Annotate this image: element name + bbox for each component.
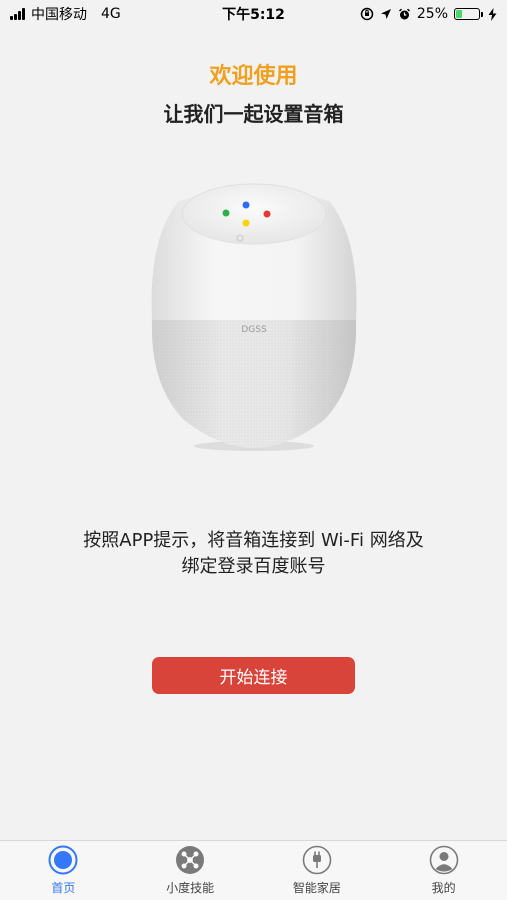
setup-subtitle: 让我们一起设置音箱	[163, 102, 344, 126]
battery-icon	[454, 8, 483, 20]
signal-icon	[10, 8, 25, 20]
location-icon	[380, 9, 391, 19]
speaker-illustration: DGSS	[151, 183, 357, 451]
plug-icon	[302, 845, 332, 875]
battery-level	[456, 10, 462, 18]
carrier-label: 中国移动	[31, 7, 87, 23]
status-bar-left: 中国移动 4G	[10, 4, 121, 24]
status-bar-right: 25%	[360, 6, 497, 22]
tab-profile[interactable]: 我的	[381, 845, 507, 896]
tab-skills-label: 小度技能	[166, 881, 215, 895]
tab-bar: 首页 小度技能 智能家居 我的	[0, 840, 507, 900]
tab-smart-home[interactable]: 智能家居	[254, 845, 380, 896]
tab-skills[interactable]: 小度技能	[127, 845, 253, 896]
led-red	[263, 210, 271, 218]
orientation-lock-icon	[360, 7, 374, 21]
network-label: 4G	[101, 6, 121, 22]
tab-home-label: 首页	[51, 881, 76, 895]
profile-icon	[429, 845, 458, 875]
status-bar: 中国移动 4G 下午5:12 25%	[0, 0, 507, 28]
status-time: 下午5:12	[222, 7, 285, 23]
led-green	[222, 209, 230, 217]
home-icon	[48, 845, 78, 875]
led-blue	[242, 201, 250, 209]
tab-smart-home-label: 智能家居	[292, 881, 341, 895]
speaker-logo: DGSS	[241, 325, 267, 335]
description-line-1: 按照APP提示，将音箱连接到 Wi-Fi 网络及	[83, 530, 424, 551]
led-yellow	[242, 219, 250, 227]
welcome-title: 欢迎使用	[209, 64, 298, 89]
skills-icon	[176, 846, 205, 874]
charging-icon	[488, 7, 497, 21]
setup-description: 按照APP提示，将音箱连接到 Wi-Fi 网络及 绑定登录百度账号	[40, 528, 467, 580]
alarm-icon	[398, 8, 410, 19]
tab-home[interactable]: 首页	[0, 845, 126, 896]
tab-profile-label: 我的	[431, 881, 456, 895]
description-line-2: 绑定登录百度账号	[181, 556, 326, 577]
start-connection-button[interactable]: 开始连接	[152, 657, 355, 694]
battery-percent: 25%	[416, 6, 448, 22]
